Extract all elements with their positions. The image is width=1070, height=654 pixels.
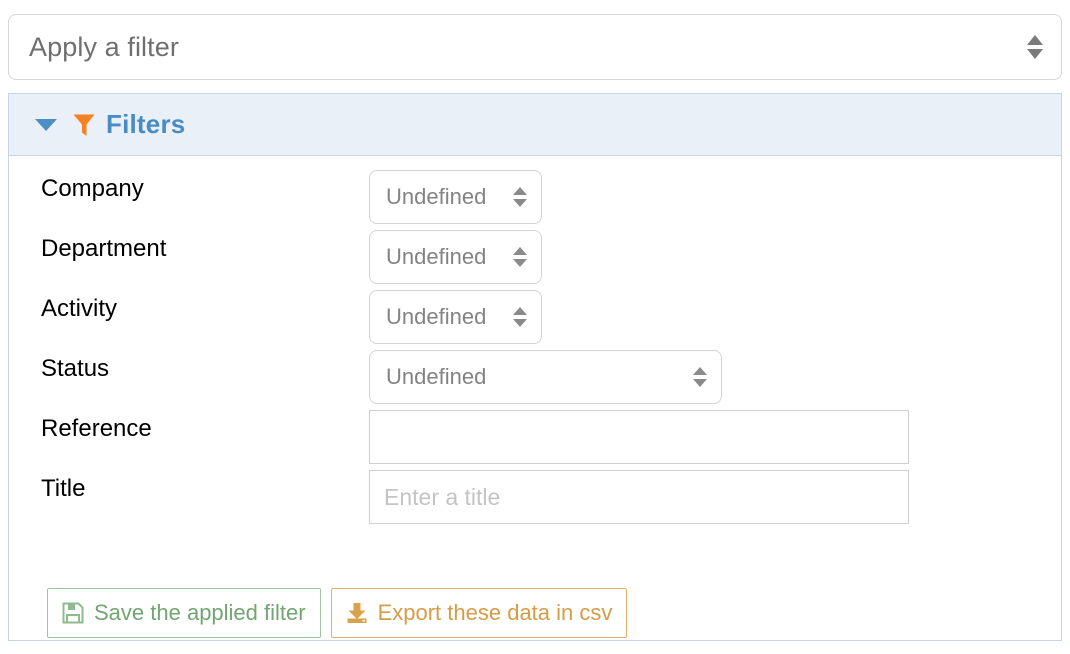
filter-select-company-value: Undefined bbox=[386, 184, 487, 209]
triangle-up-icon bbox=[513, 187, 527, 195]
filter-select-activity-value: Undefined bbox=[386, 304, 487, 329]
filter-select-status-value: Undefined bbox=[386, 364, 487, 389]
filter-label-title: Title bbox=[41, 475, 86, 502]
triangle-down-icon bbox=[693, 379, 707, 387]
apply-a-filter-select[interactable]: Apply a filter bbox=[8, 14, 1062, 80]
filter-row-department: Department Undefined bbox=[9, 230, 1061, 294]
apply-a-filter-value: Apply a filter bbox=[29, 31, 179, 62]
filters-panel: Filters Company Undefined Department Und… bbox=[8, 93, 1062, 641]
triangle-down-icon bbox=[1027, 49, 1043, 59]
filter-row-company: Company Undefined bbox=[9, 170, 1061, 234]
updown-arrows-icon[interactable] bbox=[513, 247, 527, 267]
filter-label-activity: Activity bbox=[41, 295, 118, 322]
filter-row-title: Title bbox=[9, 470, 1061, 534]
export-csv-label: Export these data in csv bbox=[377, 600, 613, 625]
filter-input-reference[interactable] bbox=[369, 410, 909, 464]
triangle-up-icon bbox=[693, 367, 707, 375]
filter-row-activity: Activity Undefined bbox=[9, 290, 1061, 354]
download-tray-icon bbox=[347, 603, 367, 623]
filter-actions: Save the applied filter Export these dat… bbox=[47, 588, 628, 638]
triangle-down-icon bbox=[513, 259, 527, 267]
export-csv-button[interactable]: Export these data in csv bbox=[330, 588, 628, 638]
triangle-up-icon bbox=[1027, 35, 1043, 45]
filter-label-reference: Reference bbox=[41, 415, 152, 442]
triangle-down-icon bbox=[513, 319, 527, 327]
triangle-up-icon bbox=[513, 307, 527, 315]
triangle-up-icon bbox=[513, 247, 527, 255]
filter-select-status[interactable]: Undefined bbox=[369, 350, 722, 404]
save-applied-filter-label: Save the applied filter bbox=[94, 600, 306, 625]
updown-arrows-icon[interactable] bbox=[693, 367, 707, 387]
filters-panel-header[interactable]: Filters bbox=[9, 94, 1061, 156]
filter-select-activity[interactable]: Undefined bbox=[369, 290, 542, 344]
filter-label-company: Company bbox=[41, 175, 144, 202]
filter-label-status: Status bbox=[41, 355, 110, 382]
funnel-icon bbox=[73, 114, 95, 136]
filter-select-department[interactable]: Undefined bbox=[369, 230, 542, 284]
updown-arrows-icon[interactable] bbox=[1027, 35, 1043, 59]
filters-panel-title: Filters bbox=[106, 109, 186, 139]
filter-row-status: Status Undefined bbox=[9, 350, 1061, 414]
filter-panel-screen: Apply a filter Filters Company Undefined bbox=[0, 0, 1070, 654]
updown-arrows-icon[interactable] bbox=[513, 307, 527, 327]
filter-row-reference: Reference bbox=[9, 410, 1061, 474]
updown-arrows-icon[interactable] bbox=[513, 187, 527, 207]
filter-input-title[interactable] bbox=[369, 470, 909, 524]
filter-select-company[interactable]: Undefined bbox=[369, 170, 542, 224]
filters-body: Company Undefined Department Undefined A… bbox=[9, 156, 1061, 641]
filter-label-department: Department bbox=[41, 235, 167, 262]
triangle-down-icon bbox=[513, 199, 527, 207]
floppy-disk-save-icon bbox=[62, 602, 84, 624]
caret-down-icon[interactable] bbox=[35, 118, 57, 131]
filter-select-department-value: Undefined bbox=[386, 244, 487, 269]
save-applied-filter-button[interactable]: Save the applied filter bbox=[47, 588, 321, 638]
